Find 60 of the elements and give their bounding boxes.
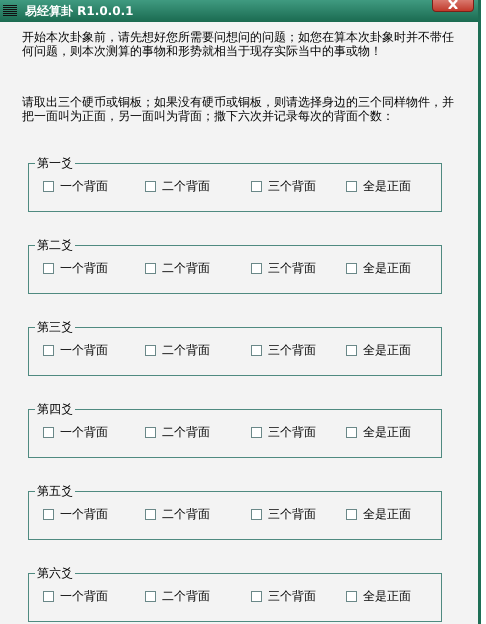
checkbox-option[interactable]: 二个背面: [145, 178, 251, 195]
group-title: 第四爻: [35, 402, 75, 416]
checkbox[interactable]: [145, 345, 156, 356]
checkbox[interactable]: [251, 591, 262, 602]
window-title: 易经算卦 R1.0.0.1: [25, 2, 134, 20]
checkbox-option[interactable]: 一个背面: [43, 178, 145, 195]
checkbox-option[interactable]: 一个背面: [43, 342, 145, 359]
checkbox[interactable]: [43, 591, 54, 602]
checkbox[interactable]: [145, 181, 156, 192]
checkbox[interactable]: [346, 427, 357, 438]
instruction-text: 请取出三个硬币或铜板；如果没有硬币或铜板，则请选择身边的三个同样物件，并把一面叫为正面，另一面叫为背面；撒下六次并记录每次的背面个数：: [22, 95, 455, 123]
checkbox[interactable]: [43, 345, 54, 356]
checkbox[interactable]: [145, 591, 156, 602]
checkbox-option[interactable]: 二个背面: [145, 424, 251, 441]
checkbox[interactable]: [346, 345, 357, 356]
checkbox-option[interactable]: 二个背面: [145, 260, 251, 277]
group-title: 第一爻: [35, 156, 75, 170]
checkbox-option[interactable]: 一个背面: [43, 424, 145, 441]
checkbox[interactable]: [346, 509, 357, 520]
checkbox[interactable]: [43, 509, 54, 520]
checkbox-option[interactable]: 三个背面: [251, 424, 346, 441]
checkbox[interactable]: [251, 427, 262, 438]
checkbox-option[interactable]: 一个背面: [43, 506, 145, 523]
checkbox-option[interactable]: 全是正面: [346, 260, 411, 277]
checkbox-option[interactable]: 三个背面: [251, 506, 346, 523]
checkbox-option[interactable]: 三个背面: [251, 178, 346, 195]
group-title: 第二爻: [35, 238, 75, 252]
checkbox-option[interactable]: 三个背面: [251, 588, 346, 605]
checkbox[interactable]: [346, 181, 357, 192]
checkbox[interactable]: [43, 427, 54, 438]
checkbox-option[interactable]: 三个背面: [251, 260, 346, 277]
checkbox-option[interactable]: 二个背面: [145, 342, 251, 359]
checkbox-option[interactable]: 全是正面: [346, 506, 411, 523]
checkbox[interactable]: [43, 263, 54, 274]
close-button[interactable]: [432, 0, 474, 12]
close-icon: [447, 0, 459, 8]
checkbox-option[interactable]: 全是正面: [346, 424, 411, 441]
checkbox-option[interactable]: 一个背面: [43, 260, 145, 277]
checkbox-option[interactable]: 二个背面: [145, 506, 251, 523]
checkbox[interactable]: [145, 263, 156, 274]
group-title: 第六爻: [35, 566, 75, 580]
instruction-text: 开始本次卦象前，请先想好您所需要问想问的问题；如您在算本次卦象时并不带任何问题，则本次测算的事物和形势就相当于现存实际当中的事或物！: [22, 30, 455, 58]
checkbox[interactable]: [346, 591, 357, 602]
checkbox-option[interactable]: 二个背面: [145, 588, 251, 605]
checkbox[interactable]: [346, 263, 357, 274]
group-title: 第三爻: [35, 320, 75, 334]
checkbox[interactable]: [251, 181, 262, 192]
checkbox-option[interactable]: 全是正面: [346, 588, 411, 605]
checkbox[interactable]: [145, 509, 156, 520]
checkbox[interactable]: [43, 181, 54, 192]
checkbox[interactable]: [251, 263, 262, 274]
group-title: 第五爻: [35, 484, 75, 498]
checkbox-option[interactable]: 三个背面: [251, 342, 346, 359]
menu-icon[interactable]: [3, 5, 17, 17]
checkbox-option[interactable]: 全是正面: [346, 342, 411, 359]
checkbox-option[interactable]: 一个背面: [43, 588, 145, 605]
checkbox[interactable]: [145, 427, 156, 438]
checkbox[interactable]: [251, 345, 262, 356]
checkbox[interactable]: [251, 509, 262, 520]
checkbox-option[interactable]: 全是正面: [346, 178, 411, 195]
